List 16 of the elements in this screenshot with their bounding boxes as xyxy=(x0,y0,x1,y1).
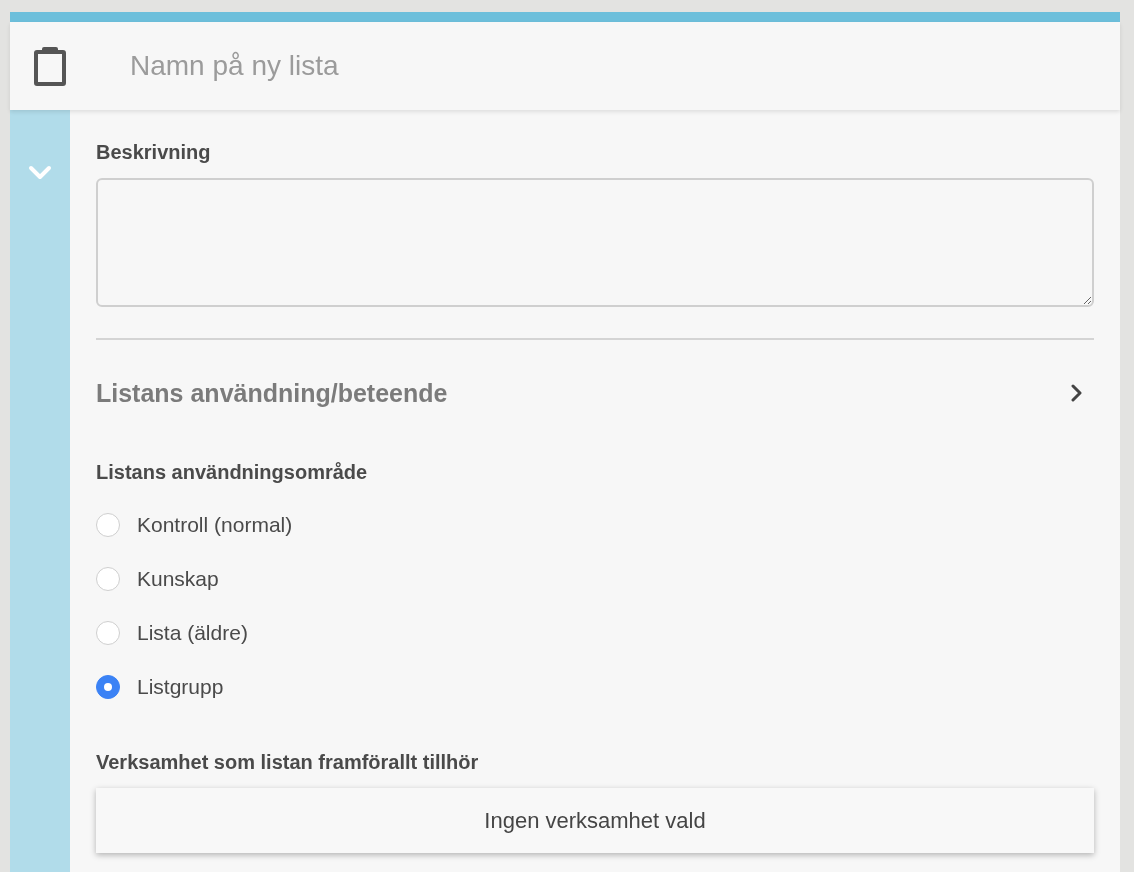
radio-button[interactable] xyxy=(96,567,120,591)
radio-button[interactable] xyxy=(96,675,120,699)
option-label[interactable]: Lista (äldre) xyxy=(137,621,248,645)
description-field[interactable] xyxy=(96,178,1094,307)
select-organization-button[interactable]: Ingen verksamhet vald xyxy=(96,788,1094,853)
clipboard-icon xyxy=(32,44,68,88)
field-label: Beskrivning xyxy=(96,140,211,164)
radio-button[interactable] xyxy=(96,513,120,537)
field-label: Verksamhet som listan framförallt tillhör xyxy=(96,750,479,774)
radio-button[interactable] xyxy=(96,621,120,645)
list-name-field[interactable]: Namn på ny lista xyxy=(130,44,730,88)
option-label[interactable]: Kunskap xyxy=(137,567,219,591)
field-label: Listans användningsområde xyxy=(96,460,368,484)
option-label[interactable]: Listgrupp xyxy=(137,675,224,699)
section-toggle[interactable]: Listans användning/beteende xyxy=(96,378,1094,408)
option-label[interactable]: Kontroll (normal) xyxy=(137,513,293,537)
